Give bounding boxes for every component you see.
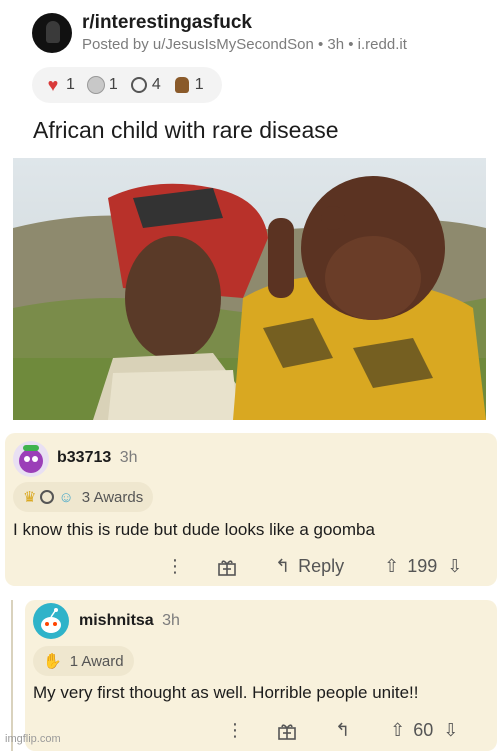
award-heart: ♥ 1: [44, 74, 75, 95]
comment-username[interactable]: b33713: [57, 449, 111, 466]
comment-awards[interactable]: ♛ ☺ 3 Awards: [13, 482, 154, 512]
wave-award-icon: [130, 76, 148, 94]
thread-line[interactable]: [11, 600, 13, 751]
post-time: 3h: [327, 36, 345, 53]
post-awards[interactable]: ♥ 1 1 4 1: [32, 67, 222, 103]
comment-score: 60: [413, 720, 434, 740]
comment-awards-label: 1 Award: [69, 652, 124, 670]
downvote-icon[interactable]: ⇩: [447, 556, 462, 577]
wave-award-icon: [40, 490, 55, 504]
comment-text: My very first thought as well. Horrible …: [33, 683, 419, 702]
comment-awards-label: 3 Awards: [81, 488, 144, 506]
award-bag: 1: [173, 76, 204, 94]
give-award-icon[interactable]: [217, 557, 237, 577]
snoo-avatar-illustration: [41, 608, 61, 633]
reply-icon: ↰: [275, 556, 291, 576]
award-wave: 4: [130, 76, 161, 94]
award-count: 1: [66, 76, 75, 93]
comment-author[interactable]: b33713 3h: [57, 449, 138, 467]
upvote-icon[interactable]: ⇧: [390, 720, 405, 741]
post-meta: Posted by u/JesusIsMySecondSon • 3h • i.…: [82, 36, 407, 53]
comment-score: 199: [407, 556, 438, 576]
comment-time: 3h: [162, 612, 180, 629]
comment-author[interactable]: mishnitsa 3h: [79, 612, 180, 630]
comment-reply: mishnitsa 3h ✋ 1 Award My very first tho…: [25, 600, 497, 751]
comment-actions: ⋮ ↰ Reply ⇧ 199 ⇩: [165, 556, 462, 577]
meta-separator: •: [317, 36, 328, 53]
post-photo-illustration: [13, 158, 486, 420]
avatar-illustration: [19, 445, 43, 473]
meta-separator: •: [348, 36, 358, 53]
comment-awards[interactable]: ✋ 1 Award: [33, 646, 134, 676]
subreddit-name[interactable]: r/interestingasfuck: [82, 12, 252, 34]
heart-award-icon: ♥: [47, 74, 59, 95]
more-options-icon[interactable]: ⋮: [165, 556, 185, 577]
reply-icon[interactable]: ↰: [335, 720, 350, 741]
reply-button[interactable]: ↰ Reply: [275, 556, 344, 577]
angel-award-icon: ☺: [58, 488, 74, 506]
reply-label: Reply: [298, 556, 345, 576]
give-award-icon[interactable]: [277, 721, 297, 741]
avatar[interactable]: [13, 441, 49, 477]
subreddit-avatar[interactable]: [32, 13, 72, 53]
comment-time: 3h: [119, 449, 138, 466]
avatar[interactable]: [33, 603, 69, 639]
award-count: 4: [151, 76, 161, 93]
post-header: r/interestingasfuck Posted by u/JesusIsM…: [30, 10, 490, 60]
hands-award-icon: ✋: [43, 653, 62, 670]
crown-award-icon: ♛: [23, 489, 37, 506]
bag-award-icon: [173, 76, 191, 94]
comment: b33713 3h ♛ ☺ 3 Awards I know this is ru…: [5, 433, 497, 586]
award-count: 1: [194, 76, 204, 93]
more-options-icon[interactable]: ⋮: [225, 720, 245, 741]
gift-icon: [218, 559, 236, 576]
comment-username[interactable]: mishnitsa: [79, 612, 154, 629]
comment-actions: ⋮ ↰ ⇧ 60 ⇩: [225, 720, 458, 741]
downvote-icon[interactable]: ⇩: [443, 720, 458, 741]
silver-award-icon: [86, 76, 105, 94]
upvote-icon[interactable]: ⇧: [384, 556, 399, 577]
post-image[interactable]: [13, 158, 486, 420]
award-count: 1: [108, 76, 118, 93]
post-domain[interactable]: i.redd.it: [358, 36, 407, 53]
comment-text: I know this is rude but dude looks like …: [13, 520, 375, 539]
gift-icon: [278, 723, 296, 740]
posted-by[interactable]: Posted by u/JesusIsMySecondSon: [82, 36, 314, 53]
award-silver: 1: [86, 76, 118, 94]
watermark: imgflip.com: [5, 733, 61, 745]
post-title[interactable]: African child with rare disease: [33, 117, 339, 144]
